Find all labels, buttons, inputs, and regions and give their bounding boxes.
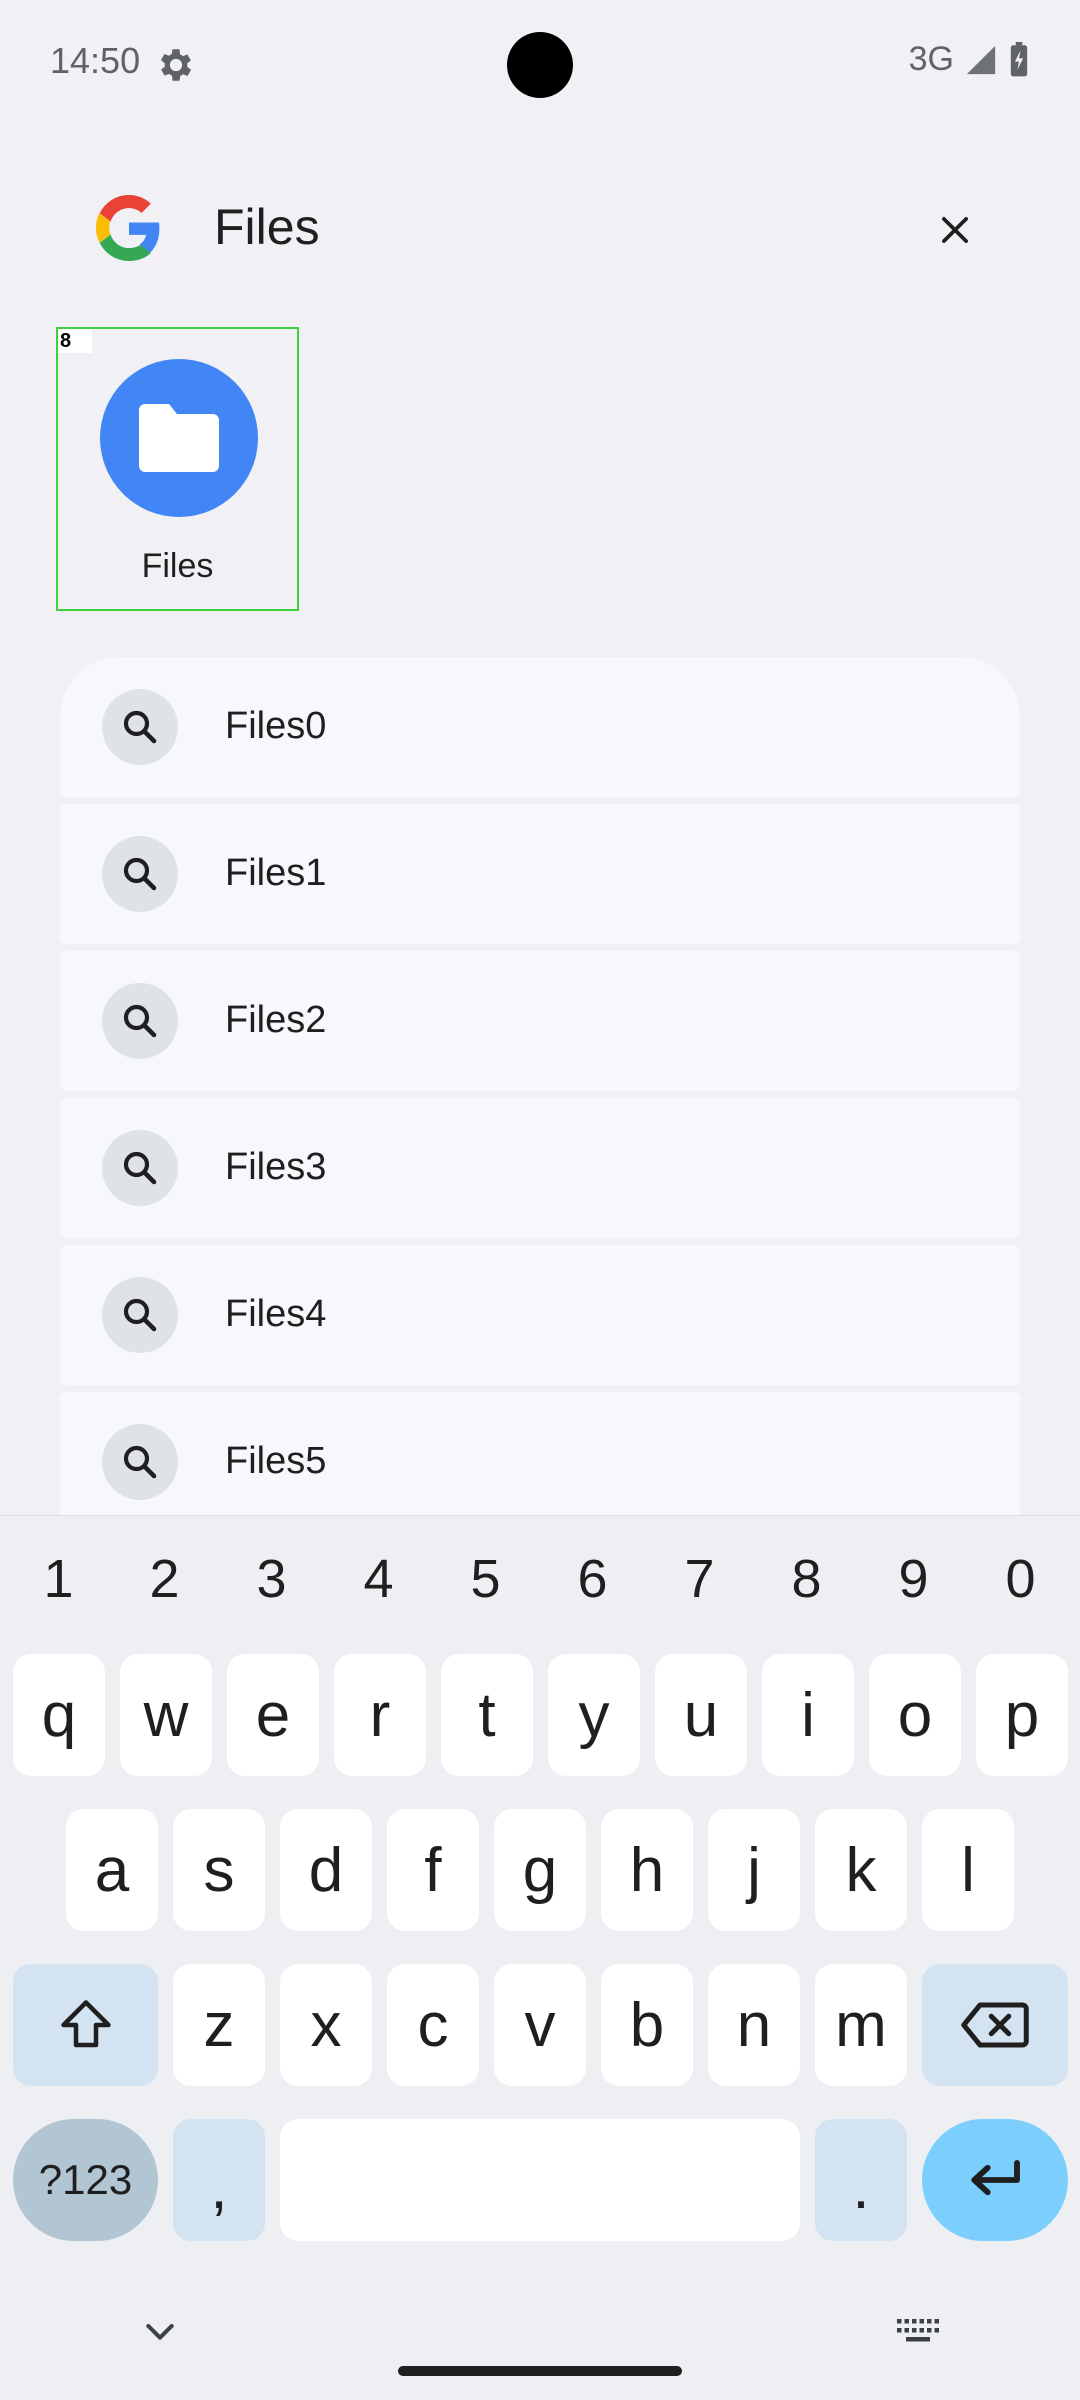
symbols-key[interactable]: ?123 (13, 2119, 158, 2241)
key-f[interactable]: f (387, 1809, 479, 1931)
hide-keyboard-chevron-icon[interactable] (140, 2316, 180, 2346)
space-key[interactable] (280, 2119, 800, 2241)
status-time: 14:50 (50, 40, 141, 81)
element-index-badge: 8 (58, 329, 92, 353)
key-b[interactable]: b (601, 1964, 693, 2086)
key-u[interactable]: u (655, 1654, 747, 1776)
suggestion-label: Files2 (225, 999, 327, 1041)
search-icon (102, 1130, 178, 1206)
clear-search-button[interactable] (920, 200, 990, 260)
key-0[interactable]: 0 (967, 1548, 1074, 1610)
suggestion-label: Files3 (225, 1146, 327, 1188)
key-k[interactable]: k (815, 1809, 907, 1931)
network-type: 3G (908, 40, 954, 78)
key-3[interactable]: 3 (218, 1548, 325, 1610)
key-6[interactable]: 6 (539, 1548, 646, 1610)
battery-icon (1010, 41, 1028, 76)
status-bar: 14:50 3G (0, 0, 1080, 130)
key-c[interactable]: c (387, 1964, 479, 2086)
key-w[interactable]: w (120, 1654, 212, 1776)
suggestion-label: Files4 (225, 1293, 327, 1335)
suggestion-label: Files0 (225, 705, 327, 747)
close-icon (942, 217, 968, 243)
suggestion-item[interactable]: Files0 (60, 657, 1020, 797)
key-m[interactable]: m (815, 1964, 907, 2086)
key-q[interactable]: q (13, 1654, 105, 1776)
key-e[interactable]: e (227, 1654, 319, 1776)
backspace-icon (961, 2002, 1029, 2048)
key-t[interactable]: t (441, 1654, 533, 1776)
key-j[interactable]: j (708, 1809, 800, 1931)
search-icon (102, 836, 178, 912)
key-2[interactable]: 2 (111, 1548, 218, 1610)
shift-icon (60, 2000, 111, 2048)
app-result-files[interactable]: 8 Files (56, 327, 299, 611)
key-1[interactable]: 1 (5, 1548, 112, 1610)
key-l[interactable]: l (922, 1809, 1014, 1931)
key-n[interactable]: n (708, 1964, 800, 2086)
suggestion-item[interactable]: Files2 (60, 951, 1020, 1091)
key-z[interactable]: z (173, 1964, 265, 2086)
suggestion-item[interactable]: Files4 (60, 1245, 1020, 1385)
suggestion-list: Files0 Files1 Files2 Files3 Files4 Files… (60, 657, 1020, 1539)
suggestion-label: Files5 (225, 1440, 327, 1482)
key-r[interactable]: r (334, 1654, 426, 1776)
search-icon (102, 1424, 178, 1500)
key-5[interactable]: 5 (432, 1548, 539, 1610)
suggestion-item[interactable]: Files5 (60, 1392, 1020, 1532)
suggestion-item[interactable]: Files3 (60, 1098, 1020, 1238)
google-logo-icon (96, 195, 160, 261)
key-s[interactable]: s (173, 1809, 265, 1931)
folder-icon (139, 404, 219, 472)
shift-key[interactable] (13, 1964, 158, 2086)
key-i[interactable]: i (762, 1654, 854, 1776)
key-8[interactable]: 8 (753, 1548, 860, 1610)
key-9[interactable]: 9 (860, 1548, 967, 1610)
key-o[interactable]: o (869, 1654, 961, 1776)
key-g[interactable]: g (494, 1809, 586, 1931)
suggestion-label: Files1 (225, 852, 327, 894)
backspace-key[interactable] (922, 1964, 1068, 2086)
home-gesture-bar[interactable] (398, 2366, 682, 2376)
key-y[interactable]: y (548, 1654, 640, 1776)
settings-gear-icon (160, 49, 192, 81)
key-v[interactable]: v (494, 1964, 586, 2086)
camera-cutout (507, 32, 573, 98)
search-icon (102, 1277, 178, 1353)
key-p[interactable]: p (976, 1654, 1068, 1776)
search-input[interactable]: Files (214, 198, 320, 256)
key-7[interactable]: 7 (646, 1548, 753, 1610)
enter-key[interactable] (922, 2119, 1068, 2241)
app-label: Files (141, 547, 214, 585)
suggestion-item[interactable]: Files1 (60, 804, 1020, 944)
key-d[interactable]: d (280, 1809, 372, 1931)
navigation-bar (0, 2270, 1080, 2400)
key-h[interactable]: h (601, 1809, 693, 1931)
search-icon (102, 689, 178, 765)
key-4[interactable]: 4 (325, 1548, 432, 1610)
comma-key[interactable]: , (173, 2119, 265, 2241)
signal-icon (966, 45, 996, 74)
files-app-icon[interactable] (100, 359, 258, 517)
search-header: Files (0, 170, 1080, 290)
key-a[interactable]: a (66, 1809, 158, 1931)
enter-icon (971, 2159, 1020, 2196)
key-x[interactable]: x (280, 1964, 372, 2086)
search-icon (102, 983, 178, 1059)
number-row: 1 2 3 4 5 6 7 8 9 0 (0, 1516, 1080, 1641)
status-icons: 3G (909, 40, 1030, 79)
keyboard-switch-icon[interactable] (895, 2316, 941, 2346)
soft-keyboard: 1 2 3 4 5 6 7 8 9 0 q w e r t y u i o p … (0, 1515, 1080, 2400)
period-key[interactable]: . (815, 2119, 907, 2241)
